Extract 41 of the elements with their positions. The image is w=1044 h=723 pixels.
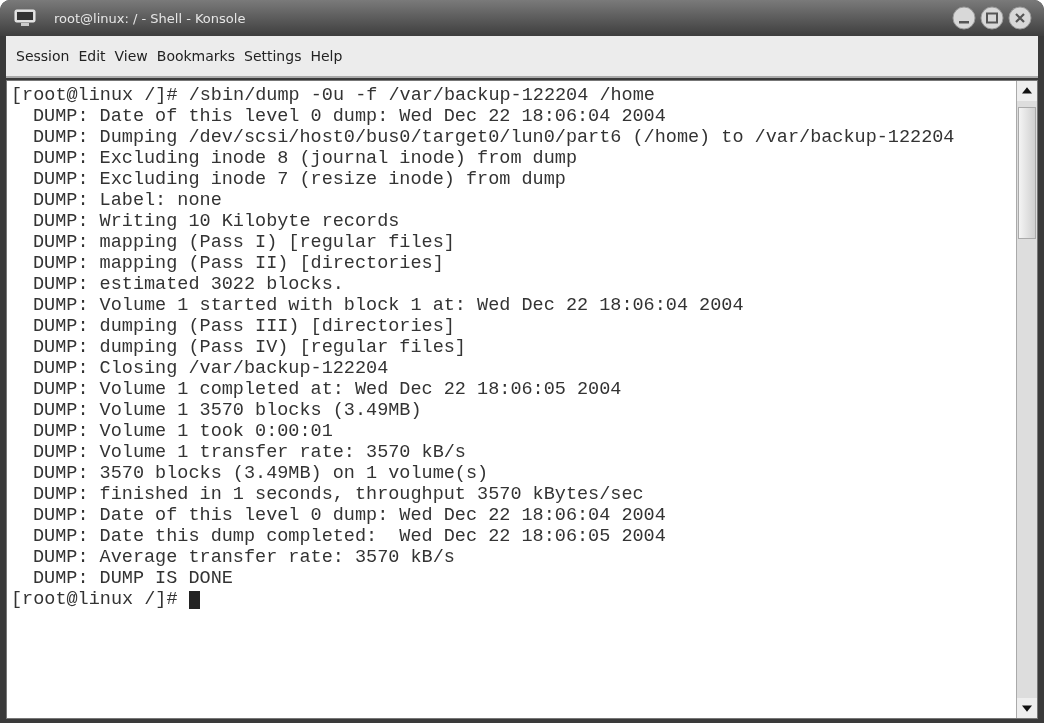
output-line: DUMP: 3570 blocks (3.49MB) on 1 volume(s) xyxy=(33,463,489,484)
output-line: DUMP: Volume 1 took 0:00:01 xyxy=(33,421,333,442)
scroll-down-icon[interactable] xyxy=(1017,698,1037,718)
window-title: root@linux: / - Shell - Konsole xyxy=(54,10,246,26)
close-icon[interactable] xyxy=(1008,6,1032,30)
maximize-icon[interactable] xyxy=(980,6,1004,30)
output-line: DUMP: dumping (Pass IV) [regular files] xyxy=(33,337,466,358)
output-line: DUMP: Date this dump completed: Wed Dec 22 18:06:05 2004 xyxy=(33,526,666,547)
output-line: DUMP: estimated 3022 blocks. xyxy=(33,274,344,295)
menu-item[interactable]: Session xyxy=(16,48,70,64)
output-line: DUMP: Closing /var/backup-122204 xyxy=(33,358,389,379)
output-line: DUMP: dumping (Pass III) [directories] xyxy=(33,316,455,337)
monitor-icon xyxy=(14,9,36,27)
output-line: DUMP: Label: none xyxy=(33,190,222,211)
text-cursor xyxy=(188,590,200,609)
output-line: DUMP: Date of this level 0 dump: Wed Dec 22 18:06:04 2004 xyxy=(33,106,666,127)
output-line: DUMP: Volume 1 3570 blocks (3.49MB) xyxy=(33,400,422,421)
output-line: DUMP: Writing 10 Kilobyte records xyxy=(33,211,400,232)
output-line: DUMP: Dumping /dev/scsi/host0/bus0/target0/lun0/part6 (/home) to /var/backup-122204 xyxy=(33,127,955,148)
output-line: DUMP: finished in 1 seconds, throughput 3570 kBytes/sec xyxy=(33,484,644,505)
output-line: DUMP: Volume 1 completed at: Wed Dec 22 18:06:05 2004 xyxy=(33,379,622,400)
menu-item[interactable]: Edit xyxy=(78,48,106,64)
scroll-up-icon[interactable] xyxy=(1017,81,1037,101)
minimize-icon[interactable] xyxy=(952,6,976,30)
output-line: DUMP: Volume 1 transfer rate: 3570 kB/s xyxy=(33,442,466,463)
scrollbar-thumb[interactable] xyxy=(1018,107,1036,239)
output-line: DUMP: Average transfer rate: 3570 kB/s xyxy=(33,547,455,568)
command-line: [root@linux /]# /sbin/dump -0u -f /var/backup-122204 /home xyxy=(11,85,655,106)
menu-item[interactable]: Settings xyxy=(244,48,302,64)
menu-item[interactable]: Help xyxy=(310,48,343,64)
output-line: DUMP: DUMP IS DONE xyxy=(33,568,233,589)
output-line: DUMP: mapping (Pass I) [regular files] xyxy=(33,232,455,253)
output-line: DUMP: Excluding inode 7 (resize inode) from dump xyxy=(33,169,566,190)
output-line: DUMP: Volume 1 started with block 1 at: Wed Dec 22 18:06:04 2004 xyxy=(33,295,744,316)
menu-item[interactable]: Bookmarks xyxy=(156,48,235,64)
output-line: DUMP: Excluding inode 8 (journal inode) from dump xyxy=(33,148,577,169)
output-line: DUMP: mapping (Pass II) [directories] xyxy=(33,253,444,274)
shell-prompt: [root@linux /]# xyxy=(11,589,178,610)
menu-item[interactable]: View xyxy=(114,48,148,64)
scrollbar[interactable] xyxy=(1016,81,1037,718)
output-line: DUMP: Date of this level 0 dump: Wed Dec 22 18:06:04 2004 xyxy=(33,505,666,526)
